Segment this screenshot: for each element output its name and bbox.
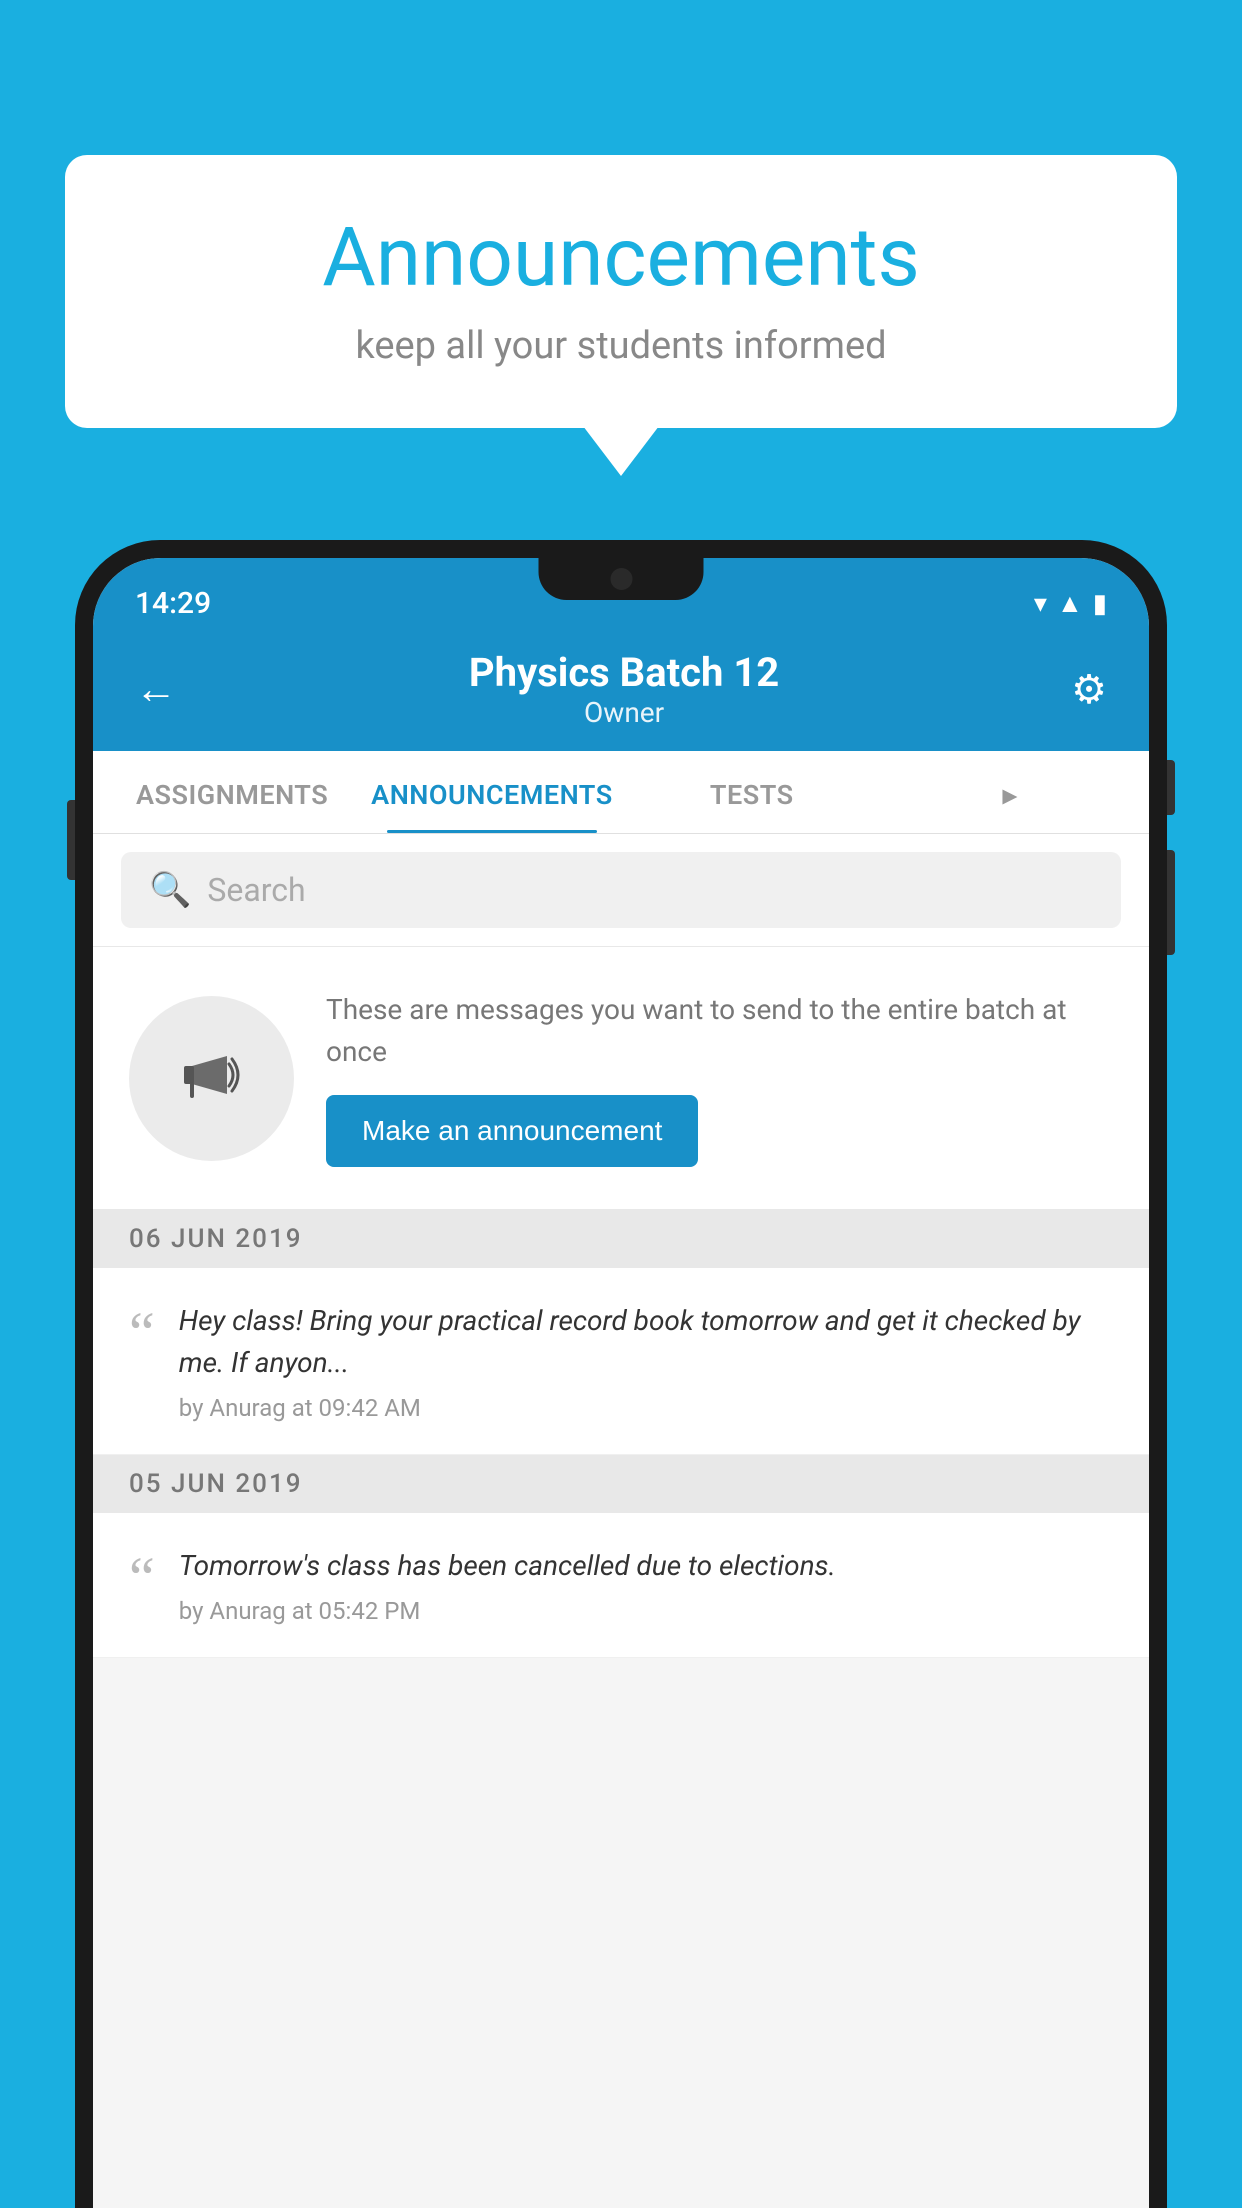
bubble-subtitle: keep all your students informed — [125, 324, 1117, 368]
search-icon: 🔍 — [149, 870, 191, 910]
status-time: 14:29 — [135, 586, 211, 621]
app-bar-title: Physics Batch 12 — [177, 649, 1071, 696]
tab-more[interactable]: ▸ — [881, 751, 1139, 833]
speech-bubble-card: Announcements keep all your students inf… — [65, 155, 1177, 428]
search-container: 🔍 Search — [93, 834, 1149, 947]
app-bar-title-group: Physics Batch 12 Owner — [177, 649, 1071, 729]
tab-assignments[interactable]: ASSIGNMENTS — [103, 751, 361, 833]
prompt-description: These are messages you want to send to t… — [326, 989, 1113, 1073]
megaphone-icon — [172, 1036, 252, 1120]
phone-body: 14:29 ▾ ▲ ▮ ← Physics Batch 12 Owner ⚙ — [75, 540, 1167, 2208]
main-content: 🔍 Search — [93, 834, 1149, 2208]
speech-bubble-section: Announcements keep all your students inf… — [65, 155, 1177, 428]
announcement-item-1[interactable]: “ Hey class! Bring your practical record… — [93, 1268, 1149, 1455]
battery-icon: ▮ — [1093, 589, 1107, 619]
phone-screen: 14:29 ▾ ▲ ▮ ← Physics Batch 12 Owner ⚙ — [93, 558, 1149, 2208]
phone-notch — [539, 558, 704, 600]
announcement-text-1: Hey class! Bring your practical record b… — [179, 1300, 1113, 1422]
make-announcement-button[interactable]: Make an announcement — [326, 1095, 698, 1167]
prompt-card: These are messages you want to send to t… — [93, 947, 1149, 1210]
announcement-meta-2: by Anurag at 05:42 PM — [179, 1597, 1113, 1625]
settings-icon[interactable]: ⚙ — [1071, 666, 1107, 713]
date-divider-1: 06 JUN 2019 — [93, 1210, 1149, 1268]
phone-camera — [610, 568, 632, 590]
tab-bar: ASSIGNMENTS ANNOUNCEMENTS TESTS ▸ — [93, 751, 1149, 834]
announcement-item-2[interactable]: “ Tomorrow's class has been cancelled du… — [93, 1513, 1149, 1658]
wifi-icon: ▾ — [1034, 589, 1047, 619]
announcement-text-2: Tomorrow's class has been cancelled due … — [179, 1545, 1113, 1625]
search-input[interactable]: Search — [207, 871, 305, 909]
signal-icon: ▲ — [1057, 588, 1083, 619]
announcement-message-2: Tomorrow's class has been cancelled due … — [179, 1545, 1113, 1587]
status-icons: ▾ ▲ ▮ — [1034, 588, 1107, 619]
phone-mockup: 14:29 ▾ ▲ ▮ ← Physics Batch 12 Owner ⚙ — [75, 540, 1167, 2208]
prompt-content: These are messages you want to send to t… — [326, 989, 1113, 1167]
tab-announcements[interactable]: ANNOUNCEMENTS — [361, 751, 623, 833]
announcement-message-1: Hey class! Bring your practical record b… — [179, 1300, 1113, 1384]
phone-side-button-right-1 — [1167, 760, 1175, 815]
back-button[interactable]: ← — [135, 665, 177, 714]
phone-side-button-left — [67, 800, 75, 880]
date-divider-2: 05 JUN 2019 — [93, 1455, 1149, 1513]
bubble-title: Announcements — [125, 210, 1117, 306]
prompt-icon-circle — [129, 996, 294, 1161]
quote-icon-1: “ — [129, 1304, 155, 1362]
app-bar: ← Physics Batch 12 Owner ⚙ — [93, 631, 1149, 751]
announcement-meta-1: by Anurag at 09:42 AM — [179, 1394, 1113, 1422]
quote-icon-2: “ — [129, 1549, 155, 1607]
app-bar-subtitle: Owner — [177, 696, 1071, 729]
search-box[interactable]: 🔍 Search — [121, 852, 1121, 928]
phone-side-button-right-2 — [1167, 850, 1175, 955]
tab-tests[interactable]: TESTS — [623, 751, 881, 833]
